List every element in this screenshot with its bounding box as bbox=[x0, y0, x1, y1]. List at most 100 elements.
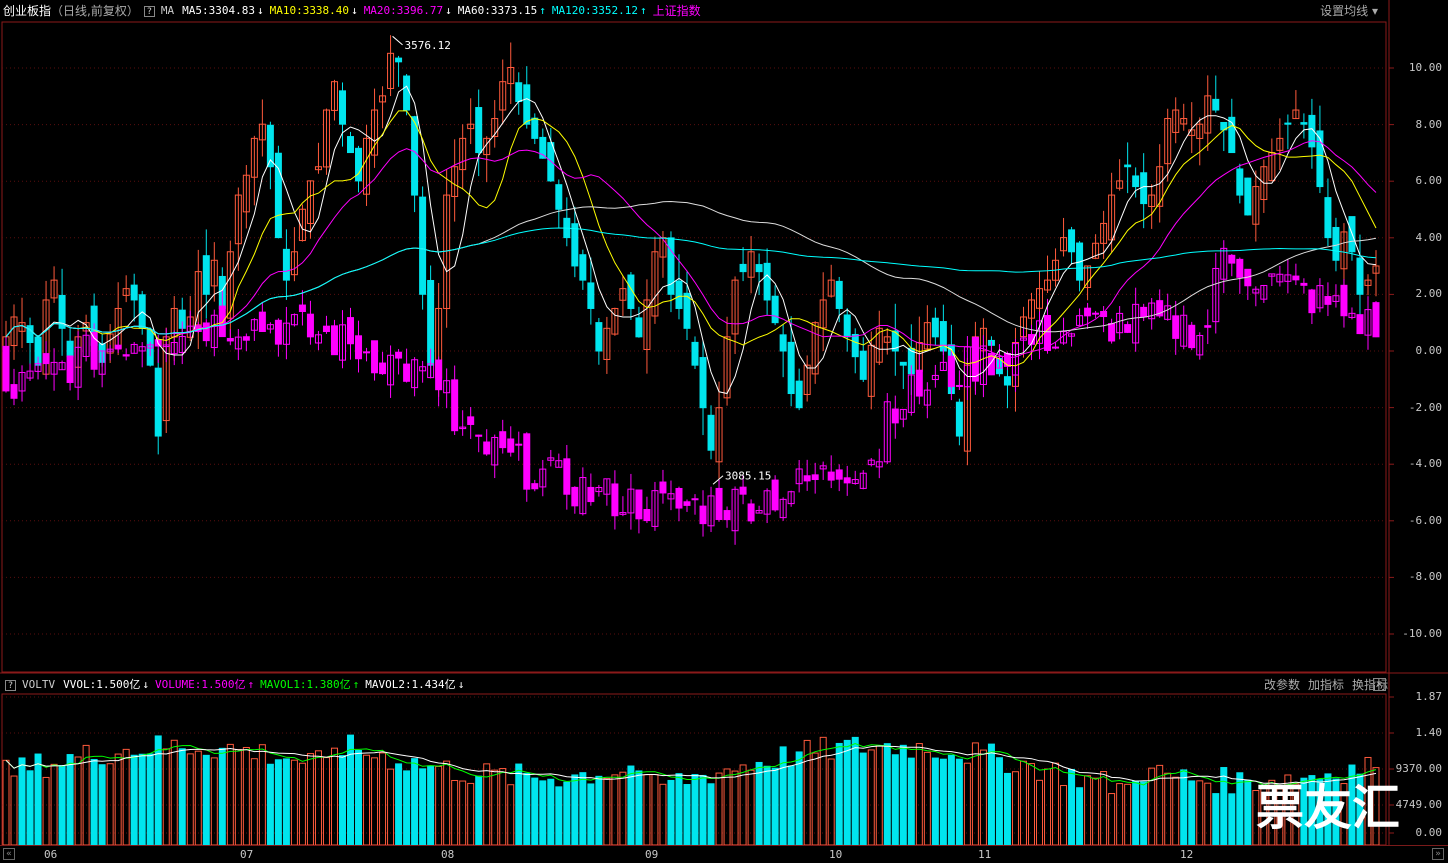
volume-bar bbox=[90, 758, 98, 846]
indicator-name: VOLTV bbox=[22, 678, 56, 691]
overlay-body bbox=[483, 441, 491, 455]
overlay-body bbox=[643, 509, 651, 522]
overlay-candle bbox=[1019, 327, 1027, 353]
vol-value-1: VOLUME:1.500亿 ↑ bbox=[155, 675, 254, 695]
arrow-down-icon: ↓ bbox=[256, 4, 264, 17]
watermark-logo: 票友汇 bbox=[1256, 780, 1401, 836]
indicator-action-0[interactable]: 改参数 bbox=[1264, 678, 1300, 692]
volume-bar bbox=[1236, 772, 1244, 846]
overlay-body bbox=[322, 325, 330, 333]
volume-bar bbox=[475, 775, 483, 846]
volume-bar bbox=[1060, 785, 1068, 846]
volume-bar bbox=[242, 746, 250, 846]
overlay-body bbox=[835, 469, 843, 480]
candle bbox=[130, 273, 138, 322]
overlay-candle bbox=[747, 499, 755, 524]
candle bbox=[1212, 75, 1220, 113]
volume-bar bbox=[867, 749, 875, 846]
candle bbox=[258, 99, 266, 157]
overlay-candle bbox=[66, 355, 74, 391]
overlay-body bbox=[715, 487, 723, 520]
indicator-action-1[interactable]: 加指标 bbox=[1308, 678, 1344, 692]
candle-body bbox=[667, 237, 675, 295]
volume-bar bbox=[226, 743, 234, 846]
overlay-candle bbox=[1252, 286, 1260, 307]
volume-bar bbox=[210, 757, 218, 846]
volume-bar bbox=[939, 758, 947, 846]
volume-bar bbox=[379, 752, 387, 846]
volume-bar bbox=[146, 753, 154, 846]
arrow-down-icon: ↓ bbox=[142, 678, 149, 691]
overlay-body bbox=[1052, 346, 1060, 349]
overlay-body bbox=[226, 337, 234, 342]
overlay-candle bbox=[122, 348, 130, 361]
candle bbox=[1052, 248, 1060, 287]
candle bbox=[266, 121, 274, 190]
candle-body bbox=[571, 223, 579, 267]
vol-value-text: VOLUME:1.500亿 bbox=[154, 678, 246, 691]
candle bbox=[619, 275, 627, 316]
volume-bar bbox=[1044, 768, 1052, 846]
volume-bar bbox=[1180, 769, 1188, 846]
scroll-right-icon[interactable]: » bbox=[1432, 848, 1444, 860]
volume-bar bbox=[154, 735, 162, 846]
arrow-up-icon: ↑ bbox=[539, 4, 546, 17]
candle bbox=[234, 187, 242, 271]
volume-bar bbox=[619, 771, 627, 846]
overlay-body bbox=[675, 487, 683, 509]
scroll-left-icon[interactable]: « bbox=[3, 848, 15, 860]
candle bbox=[250, 135, 258, 206]
overlay-candle bbox=[539, 459, 547, 497]
volume-bar bbox=[971, 742, 979, 846]
volume-bar bbox=[907, 757, 915, 846]
candle-body bbox=[1356, 257, 1364, 295]
overlay-candle bbox=[1132, 287, 1140, 352]
help-icon[interactable]: ? bbox=[143, 5, 155, 17]
volume-bar bbox=[707, 783, 715, 846]
overlay-candle bbox=[1124, 321, 1132, 334]
volume-bar bbox=[114, 753, 122, 846]
help-icon[interactable]: ? bbox=[5, 679, 16, 691]
candle bbox=[1180, 103, 1188, 131]
volume-bar bbox=[603, 777, 611, 846]
candle-body bbox=[859, 350, 867, 380]
volume-bar bbox=[170, 739, 178, 846]
high-annotation: 3576.12 bbox=[392, 35, 451, 52]
volume-bar bbox=[1084, 775, 1092, 846]
volume-bar bbox=[587, 783, 595, 846]
candle bbox=[651, 236, 659, 324]
volume-bar bbox=[1116, 783, 1124, 846]
ma-value-2: MA20:3396.77 ↓ bbox=[364, 1, 452, 21]
overlay-candle bbox=[18, 365, 26, 402]
ma-value-text: MA120:3352.12 bbox=[551, 4, 638, 17]
index-subtitle: （日线,前复权） bbox=[51, 4, 139, 18]
overlay-candle bbox=[859, 470, 867, 490]
kline-chart[interactable]: 3576.12 3085.15 bbox=[0, 0, 1448, 862]
overlay-candle bbox=[451, 365, 459, 435]
candle bbox=[1100, 210, 1108, 259]
overlay-index-name[interactable]: 上证指数 bbox=[653, 1, 701, 21]
arrow-down-icon: ↓ bbox=[445, 4, 452, 17]
volume-bar bbox=[811, 752, 819, 846]
candle bbox=[1260, 159, 1268, 213]
close-icon[interactable]: ✕ bbox=[1373, 678, 1386, 691]
ma-settings-button[interactable]: 设置均线 ▾ bbox=[1320, 1, 1378, 21]
overlay-body bbox=[218, 305, 226, 338]
candle bbox=[1108, 172, 1116, 253]
overlay-body bbox=[435, 359, 443, 391]
overlay-body bbox=[915, 369, 923, 397]
candle-body bbox=[1300, 122, 1308, 125]
candle-body bbox=[66, 340, 74, 358]
candle bbox=[306, 180, 314, 239]
candle bbox=[691, 336, 699, 369]
y-tick-label: 6.00 bbox=[1415, 174, 1443, 188]
candle bbox=[18, 297, 26, 349]
volume-bar bbox=[1019, 760, 1027, 846]
volume-bar bbox=[699, 774, 707, 846]
candle bbox=[314, 142, 322, 174]
overlay-candle bbox=[1076, 308, 1084, 326]
volume-bar bbox=[42, 776, 50, 846]
volume-bar bbox=[931, 757, 939, 846]
overlay-candle bbox=[851, 470, 859, 485]
volume-bar bbox=[1076, 787, 1084, 846]
